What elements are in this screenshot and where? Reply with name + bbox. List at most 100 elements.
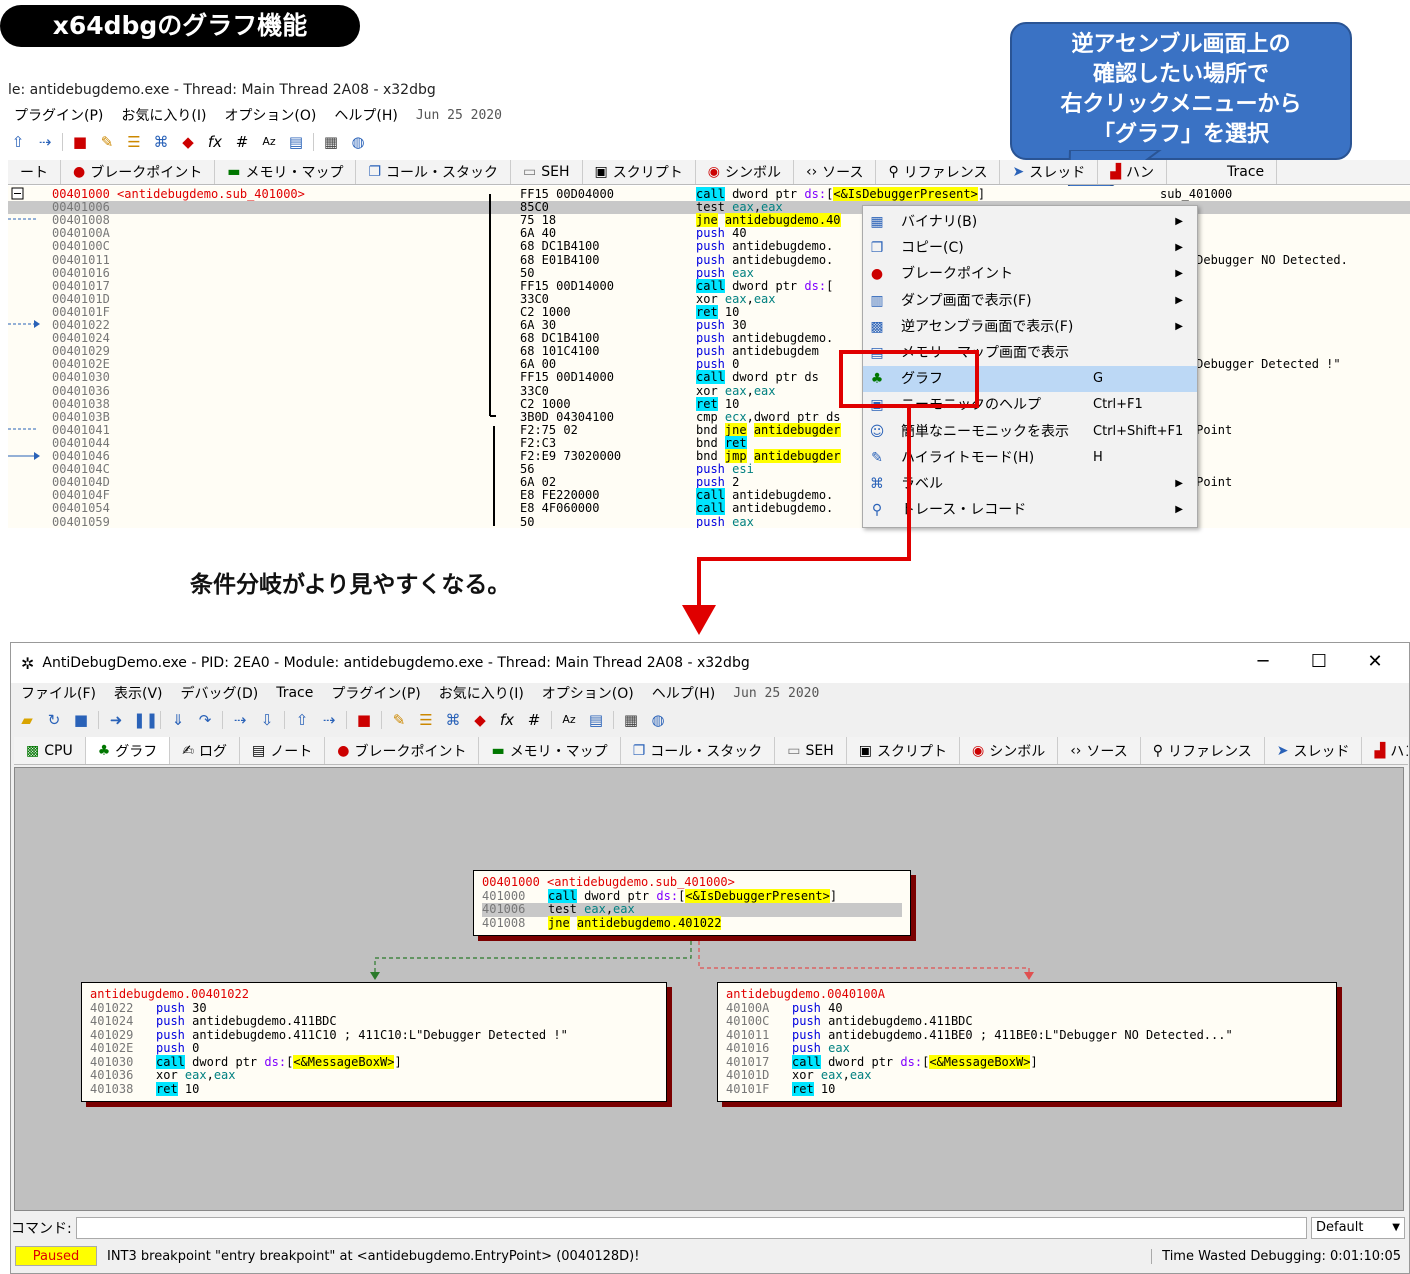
disasm-row[interactable]: 00401036 33C0 xor eax,eax (8, 384, 1410, 398)
menu-help[interactable]: ヘルプ(H) (334, 105, 397, 125)
disasm-row[interactable]: 00401030 FF15 00D14000 call dword ptr ds (8, 370, 1410, 385)
step-over-icon[interactable]: ↷ (195, 710, 215, 730)
tab-breakpoints[interactable]: ● ブレークポイント (61, 160, 216, 184)
tab-references[interactable]: ⚲ リファレンス (876, 160, 1001, 184)
minimize-button[interactable]: ─ (1243, 651, 1283, 672)
tab-symbols[interactable]: ◉ シンボル (696, 160, 794, 184)
disasm-row[interactable]: 00401029 68 101C4100 push antidebugdem (8, 345, 1410, 358)
tab-seh[interactable]: ▭ SEH (511, 160, 583, 184)
menu-favorites[interactable]: お気に入り(I) (439, 683, 524, 703)
run-to-user-icon[interactable]: ⇢ (35, 132, 55, 152)
comments-icon[interactable]: ☰ (416, 710, 436, 730)
tab-handles[interactable]: ▟ ハン (1098, 160, 1167, 184)
globe-icon[interactable]: ◍ (648, 710, 668, 730)
tab-threads[interactable]: ➤ スレッド (1000, 160, 1099, 184)
patch-icon[interactable]: ✎ (97, 132, 117, 152)
document-icon[interactable]: ▤ (586, 710, 606, 730)
disasm-row[interactable]: 00401006 85C0 test eax,eax (8, 201, 1410, 215)
disasm-row[interactable]: 00401011 68 E01B4100 push antidebugdemo. E0… (8, 253, 1410, 267)
tab-breakpoints[interactable]: ● ブレークポイント (325, 737, 480, 764)
tab-symbols[interactable]: ◉ シンボル (960, 737, 1059, 764)
disasm-row[interactable]: 00401038 C2 1000 ret 10 (8, 396, 1410, 411)
disasm-row[interactable]: 0040101D 33C0 xor eax,eax (8, 292, 1410, 306)
menu-options[interactable]: オプション(O) (224, 105, 316, 125)
functions-icon[interactable]: fx (497, 710, 517, 730)
labels-icon[interactable]: ⌘ (151, 132, 171, 152)
patch-icon[interactable]: ✎ (389, 710, 409, 730)
close-button[interactable]: ✕ (1355, 651, 1395, 672)
pause-icon[interactable]: ❚❚ (133, 710, 158, 730)
tab-trace[interactable]: Trace (1167, 160, 1278, 184)
step-out-icon[interactable]: ⇧ (8, 132, 28, 152)
scylla-icon[interactable]: ■ (70, 132, 90, 152)
trace-over-icon[interactable]: ⇩ (257, 710, 277, 730)
maximize-button[interactable]: ☐ (1299, 651, 1339, 672)
globe-icon[interactable]: ◍ (348, 132, 368, 152)
disasm-row[interactable]: 0040104D6A 02push 2EntryPoint (8, 476, 1410, 489)
menu-debug[interactable]: デバッグ(D) (181, 683, 259, 703)
tab-script[interactable]: ▣ スクリプト (583, 160, 696, 184)
bookmark-icon[interactable]: ◆ (470, 710, 490, 730)
labels-icon[interactable]: ⌘ (443, 710, 463, 730)
tab-threads[interactable]: ➤ スレッド (1265, 737, 1363, 764)
disasm-row[interactable]: 00401022 6A 30 push 30 (8, 319, 1410, 332)
disasm-row[interactable]: 00401046 F2:E9 73020000 bnd jmp antidebugd… (8, 449, 1410, 463)
tab-memory-map[interactable]: ▬ メモリ・マップ (215, 160, 357, 184)
tab-handles[interactable]: ▟ハンド (1362, 737, 1408, 764)
graph-node-not-detected[interactable]: antidebugdemo.0040100A 40100A push 40 40100… (717, 982, 1337, 1102)
context-menu-item[interactable]: ☺ 簡単なニーモニックを表示 Ctrl+Shift+F1 (863, 419, 1197, 445)
font-icon[interactable]: Az (559, 710, 579, 730)
stop-icon[interactable]: ■ (71, 710, 91, 730)
tab-source[interactable]: ‹› ソース (794, 160, 877, 184)
tab-references[interactable]: ⚲ リファレンス (1141, 737, 1265, 764)
comments-icon[interactable]: ☰ (124, 132, 144, 152)
open-folder-icon[interactable]: ▰ (17, 710, 37, 730)
font-icon[interactable]: Az (259, 132, 279, 152)
disasm-row[interactable]: 0040104F E8 FE220000 call antidebugdemo. (8, 488, 1410, 503)
menu-plugins[interactable]: プラグイン(P) (331, 683, 420, 703)
disasm-row[interactable]: 00401017 FF15 00D14000 call dword ptr ds:[ (8, 278, 1410, 293)
scylla-icon[interactable]: ■ (354, 710, 374, 730)
menu-help[interactable]: ヘルプ(H) (652, 683, 715, 703)
context-menu-item[interactable]: ✎ ハイライトモード(H) H (863, 445, 1197, 471)
menu-view[interactable]: 表示(V) (114, 683, 163, 703)
context-menu-item[interactable]: ▩ 逆アセンブラ画面で表示(F) ▶ (863, 314, 1197, 340)
step-into-icon[interactable]: ⇓ (168, 710, 188, 730)
disasm-row[interactable]: 0040103B 3B0D 04304100 cmp ecx,dword ptr d… (8, 410, 1410, 424)
menu-options[interactable]: オプション(O) (542, 683, 634, 703)
disasm-row[interactable]: 00401000 <antidebugdemo.sub_401000> FF15 … (8, 187, 1410, 201)
disasm-row[interactable]: 00401059 50 push eax (8, 515, 1410, 528)
calculator-icon[interactable]: ▦ (621, 710, 641, 730)
context-menu-item[interactable]: ▥ ダンプ画面で表示(F) ▶ (863, 288, 1197, 314)
tab-notes[interactable]: ート (8, 160, 61, 184)
command-input[interactable] (75, 1217, 1307, 1239)
run-icon[interactable]: ➜ (106, 710, 126, 730)
disasm-row[interactable]: 00401024 68 DC1B4100 push antidebugdemo. (8, 332, 1410, 345)
menu-trace[interactable]: Trace (276, 685, 313, 701)
disasm-row[interactable]: 00401044 F2:C3 bnd ret (8, 435, 1410, 450)
context-menu-item[interactable]: ⌘ ラベル ▶ (863, 471, 1197, 497)
disasm-row[interactable]: 0040100A 6A 40 push 40 (8, 227, 1410, 240)
menu-plugins[interactable]: プラグイン(P) (14, 105, 103, 125)
disasm-row[interactable]: 0040101F C2 1000 ret 10 (8, 304, 1410, 319)
tab-script[interactable]: ▣ スクリプト (847, 737, 960, 764)
calculator-icon[interactable]: ▦ (321, 132, 341, 152)
context-menu-item[interactable]: ● ブレークポイント ▶ (863, 261, 1197, 287)
context-menu-item[interactable]: ▦ バイナリ(B) ▶ (863, 209, 1197, 235)
run-to-user-icon[interactable]: ⇢ (319, 710, 339, 730)
tab-call-stack[interactable]: ❐ コール・スタック (621, 737, 776, 764)
functions-icon[interactable]: fx (205, 132, 225, 152)
graph-node-detected[interactable]: antidebugdemo.00401022 401022 push 30 40102… (81, 982, 667, 1102)
tab-memory-map[interactable]: ▬ メモリ・マップ (479, 737, 621, 764)
graph-view[interactable]: 00401000 <antidebugdemo.sub_401000> 40100… (14, 767, 1404, 1211)
disassembly-view[interactable]: 00401000 <antidebugdemo.sub_401000> FF15 … (8, 186, 1410, 528)
context-menu-item[interactable]: ❐ コピー(C) ▶ (863, 235, 1197, 261)
disasm-row[interactable]: 0040102E 6A 00 push 0 10:L"Debugger Detecte… (8, 358, 1410, 371)
tab-log[interactable]: ✍ ログ (170, 737, 240, 764)
disasm-row[interactable]: 0040100C 68 DC1B4100 push antidebugdemo. (8, 240, 1410, 253)
bookmark-icon[interactable]: ◆ (178, 132, 198, 152)
disasm-row[interactable]: 00401054 E8 4F060000 call antidebugdemo. (8, 501, 1410, 516)
tab-seh[interactable]: ▭ SEH (775, 737, 847, 764)
document-icon[interactable]: ▤ (286, 132, 306, 152)
graph-node-entry[interactable]: 00401000 <antidebugdemo.sub_401000> 40100… (473, 870, 911, 936)
